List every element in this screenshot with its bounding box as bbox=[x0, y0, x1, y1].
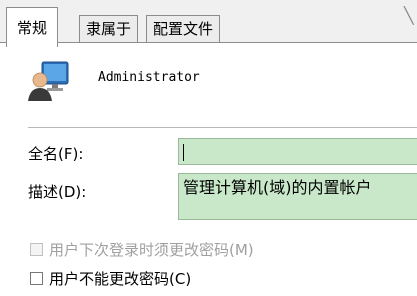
tab-general[interactable]: 常规 bbox=[6, 7, 59, 47]
cannot-change-password-checkbox[interactable] bbox=[30, 272, 43, 285]
description-value: 管理计算机(域)的内置帐户 bbox=[183, 178, 372, 197]
username: Administrator bbox=[98, 70, 200, 85]
cannot-change-password-option[interactable]: 用户不能更改密码(C) bbox=[30, 268, 191, 289]
tab-divider bbox=[0, 42, 417, 43]
tab-profile-label: 配置文件 bbox=[153, 20, 214, 38]
tab-member-of-label: 隶属于 bbox=[86, 20, 132, 38]
tab-member-of[interactable]: 隶属于 bbox=[79, 15, 139, 42]
must-change-password-option: 用户下次登录时须更改密码(M) bbox=[30, 239, 254, 260]
cannot-change-password-label: 用户不能更改密码(C) bbox=[49, 270, 192, 288]
description-label: 描述(D): bbox=[28, 183, 87, 201]
tab-general-label: 常规 bbox=[17, 19, 48, 37]
section-divider bbox=[28, 127, 417, 128]
text-caret bbox=[183, 144, 184, 161]
tab-profile[interactable]: 配置文件 bbox=[146, 15, 221, 42]
user-monitor-icon bbox=[28, 60, 70, 102]
cursor-mark-icon: ╲ bbox=[404, 6, 414, 25]
fullname-label: 全名(F): bbox=[28, 145, 84, 163]
description-input[interactable]: 管理计算机(域)的内置帐户 bbox=[178, 173, 417, 220]
must-change-password-checkbox bbox=[30, 243, 43, 256]
fullname-input[interactable] bbox=[178, 138, 417, 165]
must-change-password-label: 用户下次登录时须更改密码(M) bbox=[49, 241, 254, 259]
tab-strip: 常规 隶属于 配置文件 ╲ bbox=[0, 0, 417, 47]
